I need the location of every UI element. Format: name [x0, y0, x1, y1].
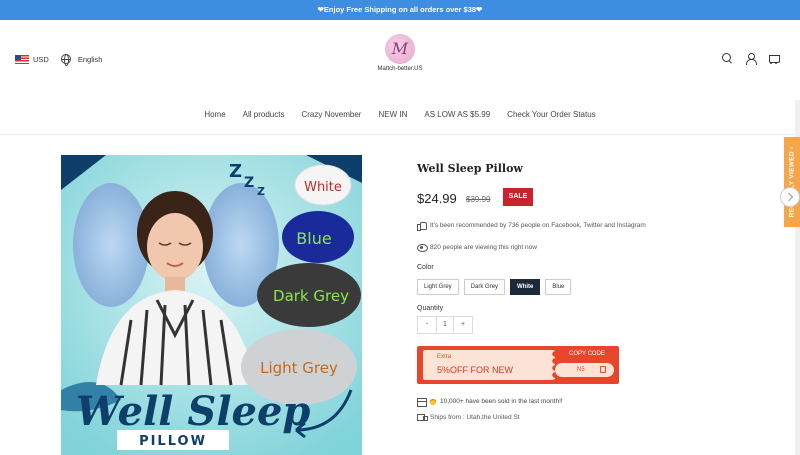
color-option-dark-grey[interactable]: Dark Grey: [463, 279, 506, 295]
us-flag-icon: [15, 54, 29, 64]
coupon-card: Extra 5%OFF FOR NEW COPY CODE N5: [417, 346, 619, 384]
coupon-extra-label: Extra: [437, 354, 452, 360]
coupon-discount: 5%OFF FOR NEW: [437, 365, 513, 375]
logo-text: Mattch-better.US: [377, 66, 423, 72]
eye-icon: [417, 243, 428, 252]
sold-line: 10,000+ have been sold in the last month…: [417, 397, 563, 407]
globe-icon: [60, 54, 71, 66]
fire-icon: [430, 397, 436, 405]
product-old-price: $39.99: [466, 195, 491, 204]
site-header: USD English M Mattch-better.US: [0, 20, 800, 100]
color-option-white[interactable]: White: [510, 279, 541, 295]
image-brand-script: Well Sleep: [76, 388, 310, 435]
product-title: Well Sleep Pillow: [417, 162, 523, 175]
ships-line: Ships from : Utah,the United St: [417, 413, 520, 421]
ships-text: Ships from : Utah,the United St: [430, 413, 520, 421]
language-label[interactable]: English: [78, 55, 103, 64]
logo-mark: M: [385, 34, 415, 64]
truck-icon: [417, 413, 428, 421]
header-divider: [0, 134, 800, 135]
product-image[interactable]: Z Z Z White Blue Dark Grey Light Grey We…: [61, 155, 362, 455]
currency-label[interactable]: USD: [33, 55, 49, 64]
nav-item-all-products[interactable]: All products: [243, 110, 285, 119]
viewing-text: 820 people are viewing this right now: [430, 243, 537, 251]
nav-item-as-low-as[interactable]: AS LOW AS $5.99: [424, 110, 490, 119]
box-icon: [417, 397, 427, 407]
svg-text:Z: Z: [229, 161, 242, 182]
pillow-left-wing: [73, 183, 149, 307]
user-icon[interactable]: [745, 53, 757, 65]
label-white: White: [304, 180, 342, 195]
quantity-label: Quantity: [417, 305, 444, 312]
recommendation-line: It's been recommended by 736 people on F…: [417, 221, 646, 231]
model-face: [147, 213, 203, 281]
quantity-input[interactable]: 1: [436, 317, 454, 333]
coupon-code: N5: [577, 367, 585, 373]
label-blue: Blue: [296, 229, 331, 248]
color-option-blue[interactable]: Blue: [545, 279, 572, 295]
svg-text:Z: Z: [244, 175, 254, 191]
main-nav: Home All products Crazy November NEW IN …: [0, 110, 800, 119]
copy-code-label: COPY CODE: [569, 351, 605, 357]
next-arrow-icon[interactable]: [780, 187, 800, 207]
label-light-grey: Light Grey: [260, 359, 338, 377]
quantity-increment-button[interactable]: +: [454, 317, 472, 333]
header-icons: [722, 53, 780, 65]
quantity-stepper: - 1 +: [417, 316, 473, 334]
search-icon[interactable]: [722, 53, 733, 64]
color-options: Light Grey Dark Grey White Blue: [417, 279, 572, 295]
nav-item-order-status[interactable]: Check Your Order Status: [507, 110, 596, 119]
color-label: Color: [417, 264, 434, 271]
quantity-decrement-button[interactable]: -: [418, 317, 436, 333]
coupon-offer: Extra 5%OFF FOR NEW: [423, 350, 561, 380]
product-price: $24.99: [417, 191, 457, 206]
promo-banner: ❤Enjoy Free Shipping on all orders over …: [0, 0, 800, 20]
nav-item-home[interactable]: Home: [204, 110, 225, 119]
thumbs-up-icon: [417, 221, 427, 231]
image-brand-sub: PILLOW: [139, 434, 207, 449]
sale-badge: SALE: [503, 188, 533, 206]
sold-text: 10,000+ have been sold in the last month…: [440, 397, 563, 405]
color-option-light-grey[interactable]: Light Grey: [417, 279, 459, 295]
cart-icon[interactable]: [768, 53, 780, 64]
coupon-code-button[interactable]: N5: [555, 363, 614, 377]
nav-item-crazy-november[interactable]: Crazy November: [301, 110, 361, 119]
label-dark-grey: Dark Grey: [273, 287, 349, 305]
viewing-line: 820 people are viewing this right now: [417, 243, 537, 252]
svg-text:Z: Z: [257, 185, 265, 198]
copy-icon: [600, 366, 606, 373]
site-logo[interactable]: M Mattch-better.US: [370, 34, 430, 72]
nav-item-new-in[interactable]: NEW IN: [378, 110, 407, 119]
recommendation-text: It's been recommended by 736 people on F…: [430, 221, 646, 229]
locale-selector[interactable]: USD English: [15, 54, 103, 66]
